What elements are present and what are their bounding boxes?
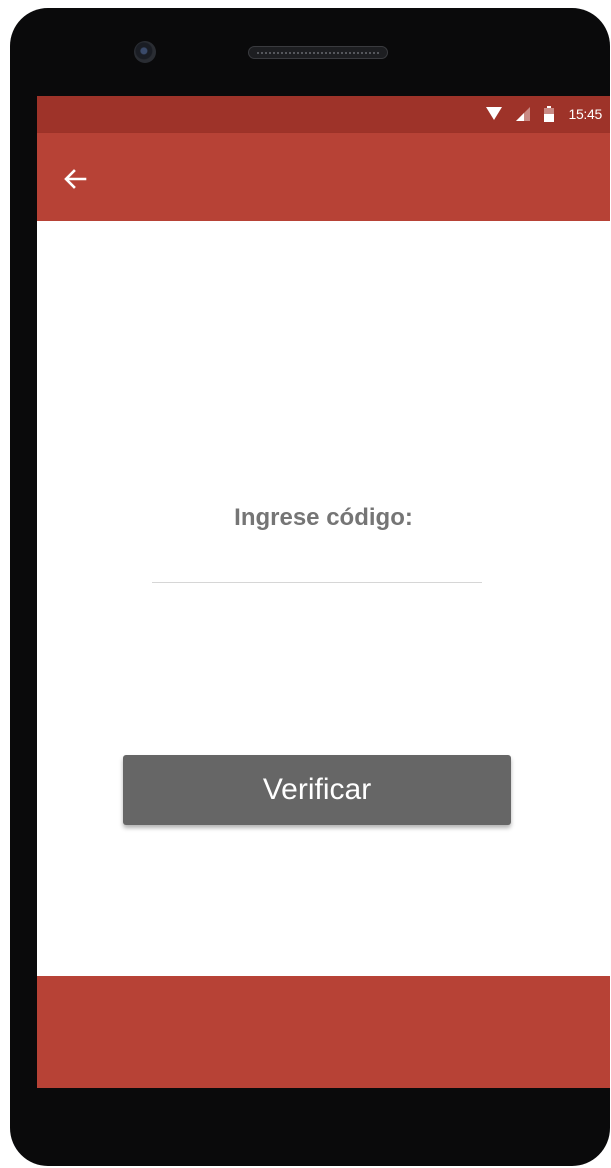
code-label: Ingrese código:: [234, 504, 413, 531]
speaker-grille: [248, 46, 388, 59]
code-input[interactable]: [152, 539, 482, 583]
wifi-icon: [486, 107, 503, 121]
camera-icon: [134, 41, 156, 63]
signal-icon: [516, 107, 531, 121]
arrow-left-icon: [64, 169, 87, 189]
footer-bar: [37, 976, 610, 1088]
back-button[interactable]: [59, 163, 91, 195]
phone-screen: 15:45 Ingrese código: Verificar: [37, 96, 610, 1088]
status-time: 15:45: [568, 106, 602, 122]
status-bar: 15:45: [37, 96, 610, 133]
status-icons: 15:45: [486, 106, 602, 122]
app-bar: [37, 133, 610, 221]
phone-frame: 15:45 Ingrese código: Verificar: [10, 8, 610, 1166]
verification-content: Ingrese código: Verificar: [37, 221, 610, 976]
verify-button[interactable]: Verificar: [123, 755, 511, 825]
battery-icon: [544, 106, 555, 122]
